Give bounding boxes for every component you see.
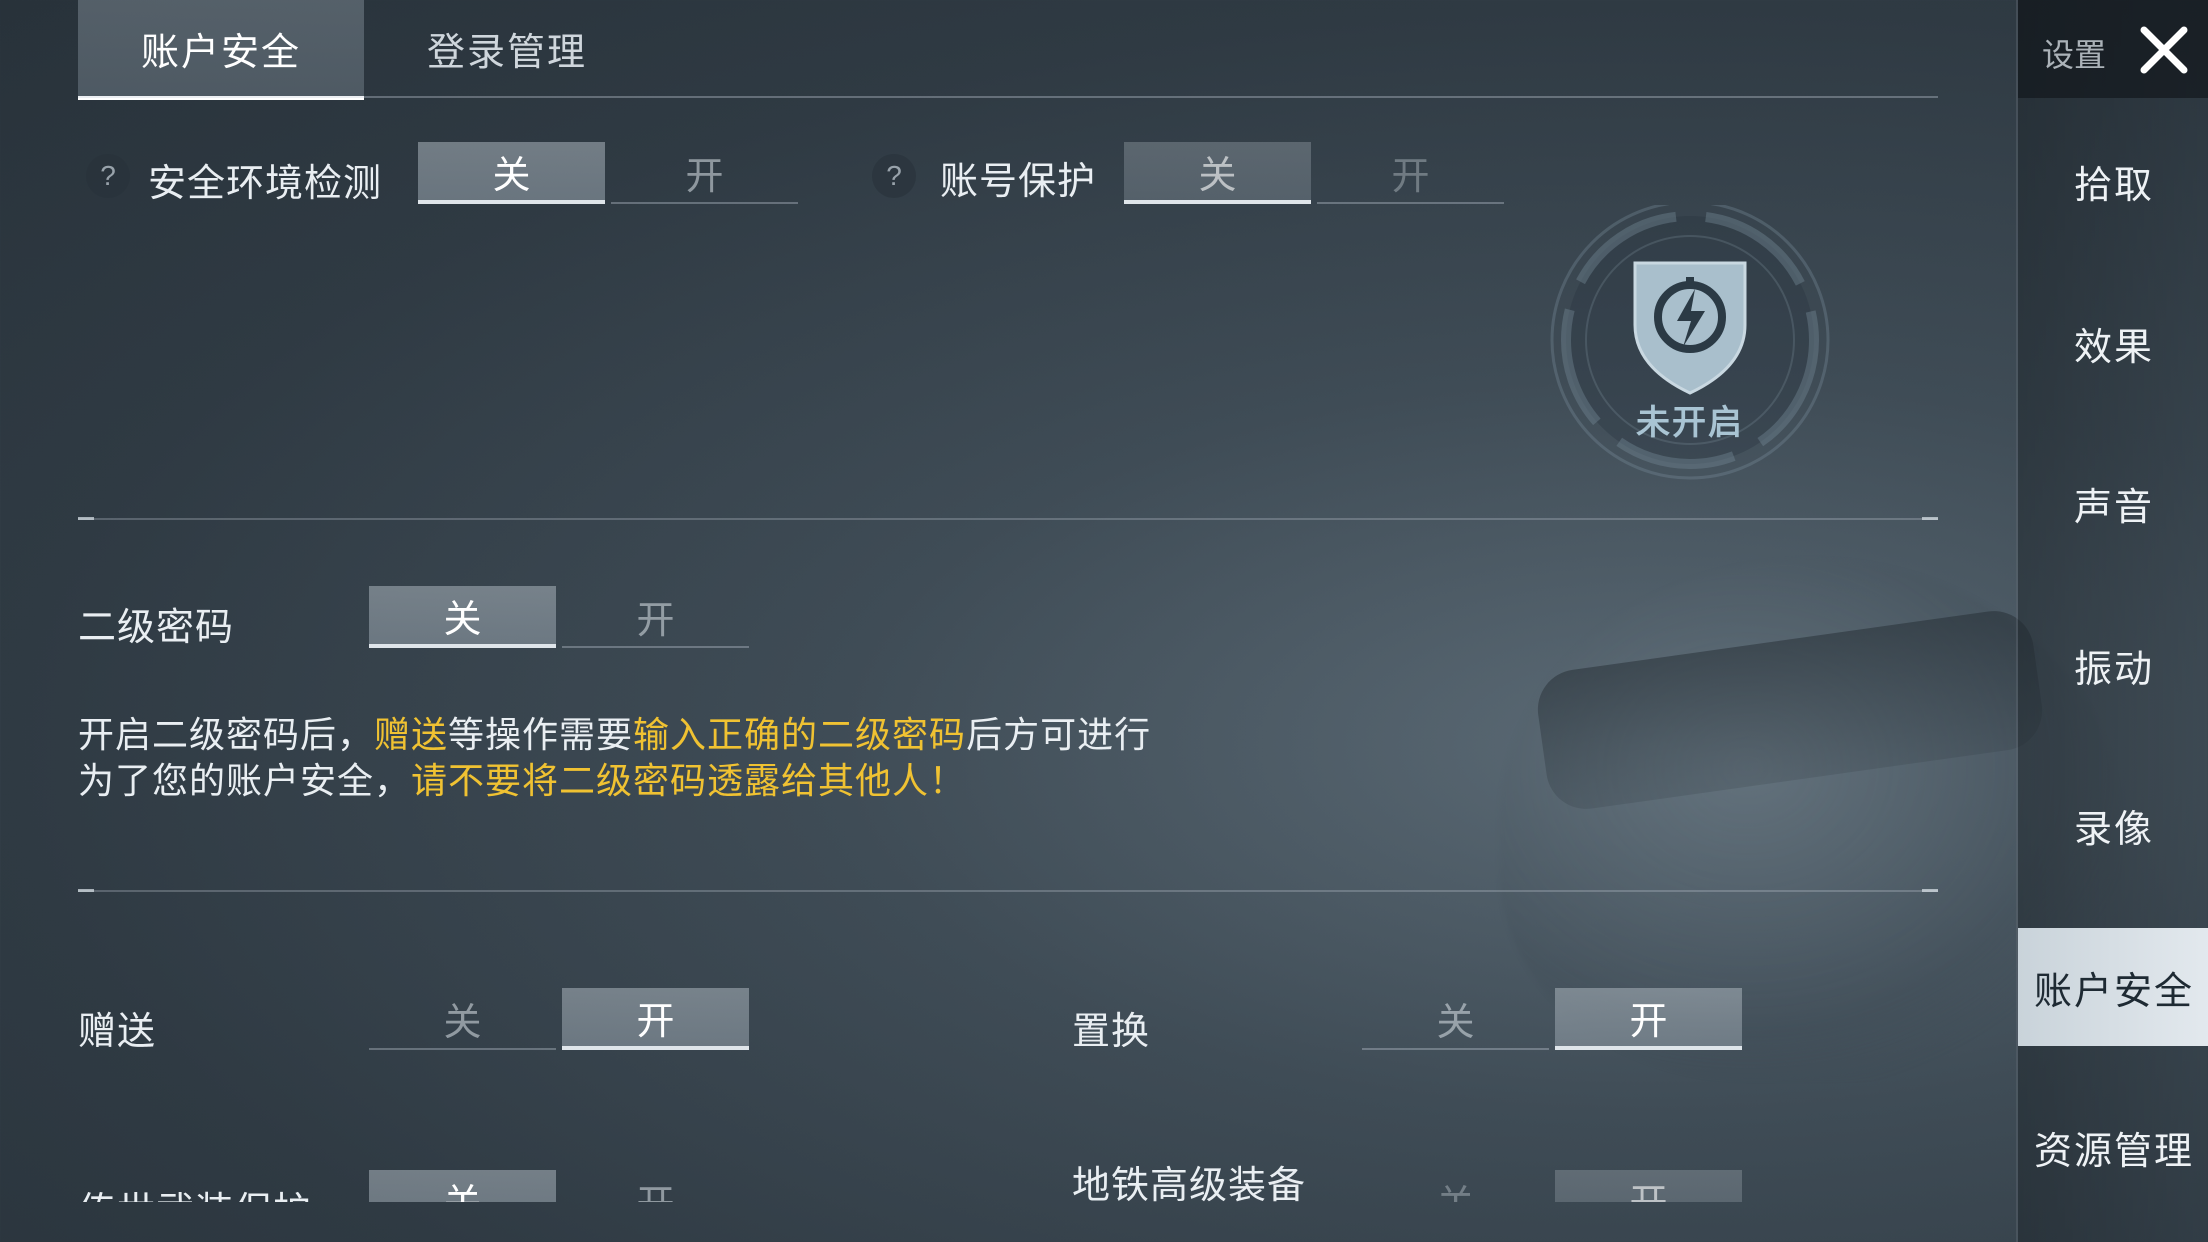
second-password-description-line1: 开启二级密码后，赠送等操作需要输入正确的二级密码后方可进行 (78, 706, 1151, 758)
gift-on-button[interactable]: 开 (562, 988, 749, 1050)
tab-account-security[interactable]: 账户安全 (78, 0, 364, 100)
account-protect-off-button[interactable]: 关 (1124, 142, 1311, 204)
sidebar-item-pickup[interactable]: 拾取 (2018, 122, 2208, 240)
second-password-description-line2: 为了您的账户安全，请不要将二级密码透露给其他人！ (78, 752, 966, 804)
sidebar-item-account-security[interactable]: 账户安全 (2018, 928, 2208, 1046)
badge-status-text: 未开启 (1636, 404, 1744, 442)
desc-highlight-password: 输入正确的二级密码 (633, 714, 967, 755)
legend-weapon-toggle: 关 开 (369, 1170, 755, 1202)
metro-gear-on-button[interactable]: 开 (1555, 1170, 1742, 1202)
desc-text: 等操作需要 (448, 714, 634, 755)
sidebar-item-vibration[interactable]: 振动 (2018, 606, 2208, 724)
sidebar-item-replay[interactable]: 录像 (2018, 766, 2208, 884)
clipped-row: 传世武装保护 关 开 关 开 (0, 1150, 2016, 1202)
legend-weapon-on-button[interactable]: 开 (562, 1170, 749, 1203)
gift-toggle: 关 开 (369, 988, 755, 1052)
protection-status-badge: 未开启 (1545, 200, 1835, 495)
tab-underline (78, 96, 1938, 98)
shield-lightning-icon (1550, 200, 1830, 480)
account-protect-toggle: 关 开 (1124, 142, 1510, 206)
desc-highlight-gift: 赠送 (374, 714, 449, 755)
gift-off-button[interactable]: 关 (369, 988, 556, 1050)
metro-gear-label: 地铁高级装备 (1072, 1165, 1307, 1207)
metro-gear-off-button[interactable]: 关 (1362, 1170, 1549, 1203)
gift-label: 赠送 (78, 1011, 157, 1053)
security-check-toggle: 关 开 (418, 142, 804, 206)
settings-sidebar: 设置 拾取 效果 声音 振动 录像 账户安全 资源管理 (2016, 0, 2208, 1242)
security-check-help-icon[interactable]: ? (86, 154, 130, 198)
second-password-on-button[interactable]: 开 (562, 586, 749, 648)
close-icon[interactable] (2134, 20, 2194, 80)
desc-highlight-warning: 请不要将二级密码透露给其他人！ (411, 760, 967, 801)
sidebar-item-effects[interactable]: 效果 (2018, 284, 2208, 402)
account-protect-label: 账号保护 (940, 161, 1097, 203)
sidebar-header: 设置 (2018, 0, 2208, 98)
sidebar-item-sound[interactable]: 声音 (2018, 444, 2208, 562)
account-protect-on-button[interactable]: 开 (1317, 142, 1504, 204)
tab-login-management[interactable]: 登录管理 (364, 0, 650, 96)
exchange-off-button[interactable]: 关 (1362, 988, 1549, 1050)
account-protect-help-icon[interactable]: ? (872, 154, 916, 198)
sidebar-item-resource-management[interactable]: 资源管理 (2018, 1088, 2208, 1206)
section-divider (78, 889, 1938, 892)
desc-text: 为了您的账户安全， (78, 760, 412, 801)
desc-text: 后方可进行 (966, 714, 1152, 755)
security-check-off-button[interactable]: 关 (418, 142, 605, 204)
security-check-on-button[interactable]: 开 (611, 142, 798, 204)
section-divider (78, 517, 1938, 520)
second-password-label: 二级密码 (78, 607, 235, 649)
legend-weapon-off-button[interactable]: 关 (369, 1170, 556, 1202)
second-password-toggle: 关 开 (369, 586, 755, 650)
second-password-off-button[interactable]: 关 (369, 586, 556, 648)
legend-weapon-label: 传世武装保护 (78, 1180, 312, 1202)
desc-text: 开启二级密码后， (78, 714, 375, 755)
exchange-on-button[interactable]: 开 (1555, 988, 1742, 1050)
security-check-label: 安全环境检测 (148, 163, 383, 205)
exchange-label: 置换 (1072, 1011, 1151, 1053)
sidebar-title: 设置 (2042, 37, 2107, 73)
metro-gear-toggle: 关 开 (1362, 1170, 1748, 1202)
tab-bar: 账户安全 登录管理 (78, 0, 1938, 100)
exchange-toggle: 关 开 (1362, 988, 1748, 1052)
